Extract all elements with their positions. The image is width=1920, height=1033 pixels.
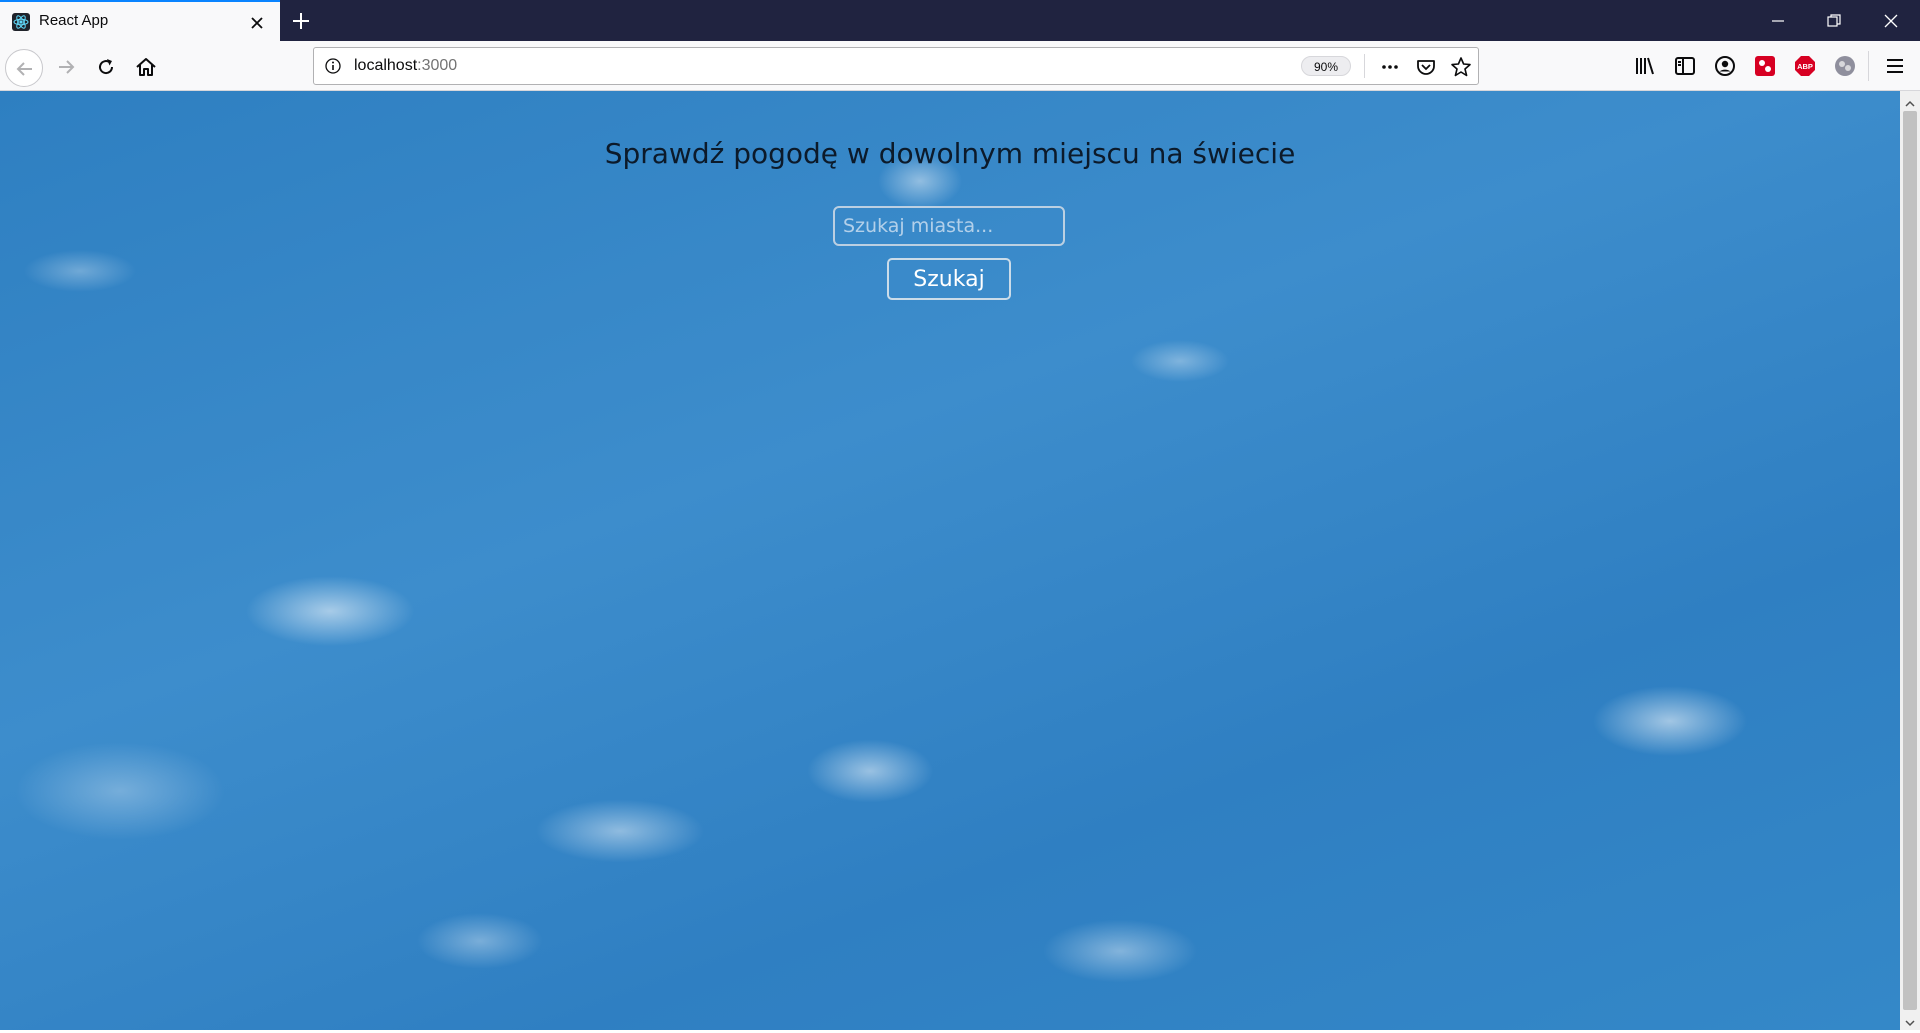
info-icon[interactable] xyxy=(324,57,342,75)
tab-title: React App xyxy=(39,12,109,29)
scrollbar[interactable] xyxy=(1900,91,1920,1030)
react-icon xyxy=(12,13,30,31)
divider xyxy=(1868,51,1869,81)
chevron-down-icon[interactable] xyxy=(1904,1014,1916,1027)
scrollbar-thumb[interactable] xyxy=(1903,111,1917,1010)
url-port: :3000 xyxy=(417,57,458,74)
plus-icon[interactable] xyxy=(290,10,312,32)
library-icon[interactable] xyxy=(1633,54,1657,78)
tab-react-app[interactable]: React App xyxy=(0,0,280,41)
url-text[interactable]: localhost:3000 xyxy=(354,57,457,75)
abp-icon[interactable]: ABP xyxy=(1793,54,1817,78)
minimize-icon[interactable] xyxy=(1769,12,1787,30)
reload-icon[interactable] xyxy=(94,55,118,79)
search-button[interactable]: Szukaj xyxy=(887,258,1011,300)
page-title: Sprawdź pogodę w dowolnym miejscu na świ… xyxy=(604,137,1296,170)
divider xyxy=(1364,54,1365,78)
close-icon[interactable] xyxy=(247,13,267,33)
hamburger-icon[interactable] xyxy=(1883,54,1907,78)
account-icon[interactable] xyxy=(1713,54,1737,78)
address-bar[interactable]: localhost:3000 90% xyxy=(313,47,1479,85)
nav-toolbar: localhost:3000 90% ABP xyxy=(0,41,1920,91)
pocket-icon[interactable] xyxy=(1415,56,1437,78)
svg-text:ABP: ABP xyxy=(1797,62,1813,71)
search-input[interactable] xyxy=(833,206,1065,246)
extension-icon[interactable] xyxy=(1833,54,1857,78)
restore-icon[interactable] xyxy=(1825,12,1843,30)
home-icon[interactable] xyxy=(134,55,158,79)
zoom-indicator[interactable]: 90% xyxy=(1301,56,1351,76)
extension-icon[interactable] xyxy=(1753,54,1777,78)
arrow-right-icon[interactable] xyxy=(54,55,78,79)
url-host: localhost xyxy=(354,57,418,74)
window-close-icon[interactable] xyxy=(1882,12,1900,30)
star-icon[interactable] xyxy=(1450,56,1472,78)
arrow-left-icon[interactable] xyxy=(5,49,43,87)
page-viewport: Sprawdź pogodę w dowolnym miejscu na świ… xyxy=(0,91,1900,1030)
sidebar-icon[interactable] xyxy=(1673,54,1697,78)
tab-strip: React App xyxy=(0,0,1920,41)
chevron-up-icon[interactable] xyxy=(1904,95,1916,107)
more-icon[interactable] xyxy=(1379,56,1401,78)
